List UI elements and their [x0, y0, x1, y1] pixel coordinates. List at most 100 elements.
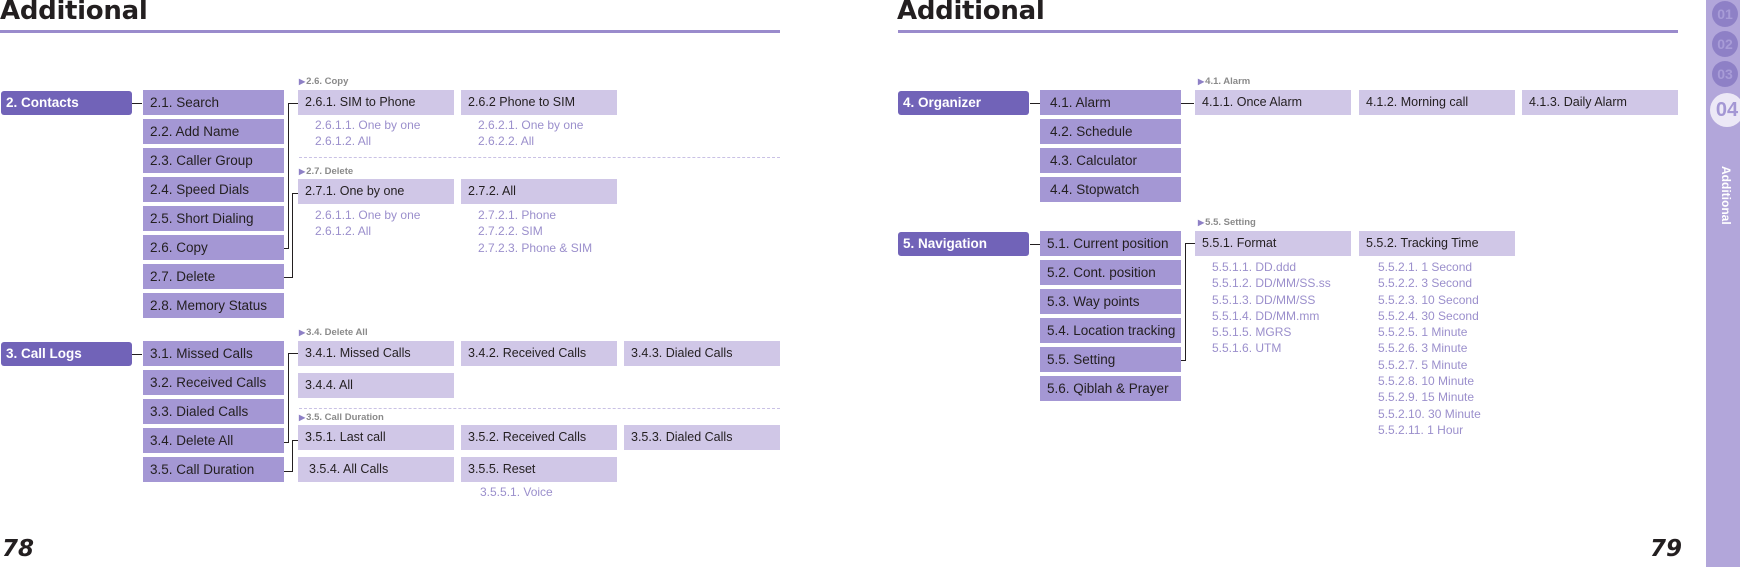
sub-option: 5.5.2.9. 15 Minute [1378, 390, 1475, 405]
menu-option-last-call[interactable]: 3.5.1. Last call [298, 425, 454, 450]
title-rule-right [898, 30, 1678, 33]
menu-item-delete[interactable]: 2.7. Delete [143, 264, 284, 289]
menu-option-morning-call[interactable]: 4.1.2. Morning call [1359, 90, 1515, 115]
triangle-right-icon: ▶ [1198, 77, 1205, 86]
menu-option-dialed-calls[interactable]: 3.4.3. Dialed Calls [624, 341, 780, 366]
section-label-text: 4.1. Alarm [1205, 76, 1251, 87]
sub-option: 2.7.2.1. Phone [478, 208, 557, 222]
sub-option: 5.5.2.3. 10 Second [1378, 292, 1479, 307]
sub-option: 5.5.2.5. 1 Minute [1378, 325, 1468, 340]
menu-option-sim-to-phone[interactable]: 2.6.1. SIM to Phone [298, 90, 454, 115]
menu-option-once-alarm[interactable]: 4.1.1. Once Alarm [1195, 90, 1351, 115]
sub-option: 5.5.1.1. DD.ddd [1212, 260, 1297, 274]
sub-option: 5.5.1.3. DD/MM/SS [1212, 292, 1316, 307]
connector [1181, 103, 1194, 104]
section-label-setting: ▶5.5. Setting [1198, 217, 1256, 228]
menu-item-setting[interactable]: 5.5. Setting [1040, 347, 1181, 372]
sub-option: 2.7.2.2. SIM [478, 224, 543, 239]
sub-option: 5.5.2.11. 1 Hour [1378, 422, 1464, 437]
menu-item-delete-all[interactable]: 3.4. Delete All [143, 428, 284, 453]
menu-item-qiblah-prayer[interactable]: 5.6. Qiblah & Prayer [1040, 376, 1181, 401]
title-rule-left [0, 30, 780, 33]
triangle-right-icon: ▶ [299, 167, 306, 176]
menu-item-short-dialing[interactable]: 2.5. Short Dialing [143, 206, 284, 231]
section-label-alarm: ▶4.1. Alarm [1198, 76, 1250, 87]
menu-item-speed-dials[interactable]: 2.4. Speed Dials [143, 177, 284, 202]
menu-item-alarm[interactable]: 4.1. Alarm [1040, 90, 1181, 115]
sub-option: 5.5.1.5. MGRS [1212, 325, 1292, 340]
menu-option-tracking-time[interactable]: 5.5.2. Tracking Time [1359, 231, 1515, 256]
section-divider [299, 157, 780, 158]
triangle-right-icon: ▶ [299, 413, 306, 422]
menu-root-organizer[interactable]: 4. Organizer [898, 91, 1029, 115]
sub-option-list: 2.6.1.1. One by one 2.6.1.2. All [315, 207, 420, 240]
menu-item-cont-position[interactable]: 5.2. Cont. position [1040, 260, 1181, 285]
menu-item-caller-group[interactable]: 2.3. Caller Group [143, 148, 284, 173]
menu-root-contacts[interactable]: 2. Contacts [1, 91, 132, 115]
menu-option-phone-to-sim[interactable]: 2.6.2 Phone to SIM [461, 90, 617, 115]
sub-option: 2.6.1.2. All [315, 134, 372, 149]
connector [292, 193, 293, 278]
menu-option-all[interactable]: 3.4.4. All [298, 373, 454, 398]
chapter-tab-label: Additional [1719, 166, 1733, 225]
menu-option-daily-alarm[interactable]: 4.1.3. Daily Alarm [1522, 90, 1678, 115]
section-label-text: 3.5. Call Duration [306, 412, 384, 423]
connector [132, 354, 142, 355]
menu-option-dialed-calls[interactable]: 3.5.3. Dialed Calls [624, 425, 780, 450]
sub-option: 2.6.1.1. One by one [315, 118, 421, 132]
menu-item-current-position[interactable]: 5.1. Current position [1040, 231, 1181, 256]
chapter-tab-03[interactable]: 03 [1712, 61, 1738, 87]
menu-item-call-duration[interactable]: 3.5. Call Duration [143, 457, 284, 482]
menu-root-call-logs[interactable]: 3. Call Logs [1, 342, 132, 366]
menu-item-way-points[interactable]: 5.3. Way points [1040, 289, 1181, 314]
menu-item-dialed-calls[interactable]: 3.3. Dialed Calls [143, 399, 284, 424]
triangle-right-icon: ▶ [299, 77, 306, 86]
menu-item-missed-calls[interactable]: 3.1. Missed Calls [143, 341, 284, 366]
menu-option-format[interactable]: 5.5.1. Format [1195, 231, 1351, 256]
menu-option-received-calls[interactable]: 3.4.2. Received Calls [461, 341, 617, 366]
chapter-tab-02[interactable]: 02 [1712, 31, 1738, 57]
sub-option: 2.6.1.2. All [315, 224, 372, 239]
connector [288, 103, 298, 104]
menu-root-navigation[interactable]: 5. Navigation [898, 232, 1029, 256]
menu-item-copy[interactable]: 2.6. Copy [143, 235, 284, 260]
sub-option: 5.5.2.7. 5 Minute [1378, 357, 1468, 372]
connector [288, 353, 298, 354]
section-label-call-duration: ▶3.5. Call Duration [299, 412, 384, 423]
sub-option: 5.5.1.4. DD/MM.mm [1212, 308, 1320, 323]
sub-option: 2.6.1.1. One by one [315, 208, 421, 222]
menu-item-memory-status[interactable]: 2.8. Memory Status [143, 293, 284, 318]
sub-option: 3.5.5.1. Voice [480, 485, 553, 499]
chapter-tab-04-active[interactable]: 04 [1710, 93, 1740, 127]
sub-option: 5.5.1.2. DD/MM/SS.ss [1212, 276, 1331, 291]
sub-option: 2.7.2.3. Phone & SIM [478, 240, 593, 255]
menu-option-received-calls[interactable]: 3.5.2. Received Calls [461, 425, 617, 450]
menu-option-one-by-one[interactable]: 2.7.1. One by one [298, 179, 454, 204]
sub-option-list: 5.5.1.1. DD.ddd 5.5.1.2. DD/MM/SS.ss 5.5… [1212, 259, 1331, 357]
connector [132, 103, 142, 104]
section-label-text: 2.6. Copy [306, 76, 349, 87]
sub-option: 5.5.2.10. 30 Minute [1378, 406, 1481, 421]
sub-option: 5.5.2.6. 3 Minute [1378, 341, 1468, 356]
menu-item-search[interactable]: 2.1. Search [143, 90, 284, 115]
menu-item-stopwatch[interactable]: 4.4. Stopwatch [1040, 177, 1181, 202]
menu-item-schedule[interactable]: 4.2. Schedule [1040, 119, 1181, 144]
connector [1030, 244, 1040, 245]
connector [1185, 243, 1186, 361]
section-label-text: 5.5. Setting [1205, 217, 1256, 228]
menu-item-add-name[interactable]: 2.2. Add Name [143, 119, 284, 144]
section-label-text: 3.4. Delete All [306, 327, 368, 338]
section-label-copy: ▶2.6. Copy [299, 76, 348, 87]
menu-item-location-tracking[interactable]: 5.4. Location tracking [1040, 318, 1181, 343]
menu-option-all-calls[interactable]: 3.5.4. All Calls [298, 457, 454, 482]
menu-item-calculator[interactable]: 4.3. Calculator [1040, 148, 1181, 173]
sub-option: 2.6.2.1. One by one [478, 118, 584, 132]
sub-option-list: 2.6.2.1. One by one 2.6.2.2. All [478, 117, 583, 150]
connector [288, 353, 289, 443]
menu-option-reset[interactable]: 3.5.5. Reset [461, 457, 617, 482]
menu-item-received-calls[interactable]: 3.2. Received Calls [143, 370, 284, 395]
connector [1185, 243, 1195, 244]
menu-option-missed-calls[interactable]: 3.4.1. Missed Calls [298, 341, 454, 366]
menu-option-delete-all[interactable]: 2.7.2. All [461, 179, 617, 204]
chapter-tab-01[interactable]: 01 [1712, 1, 1738, 27]
